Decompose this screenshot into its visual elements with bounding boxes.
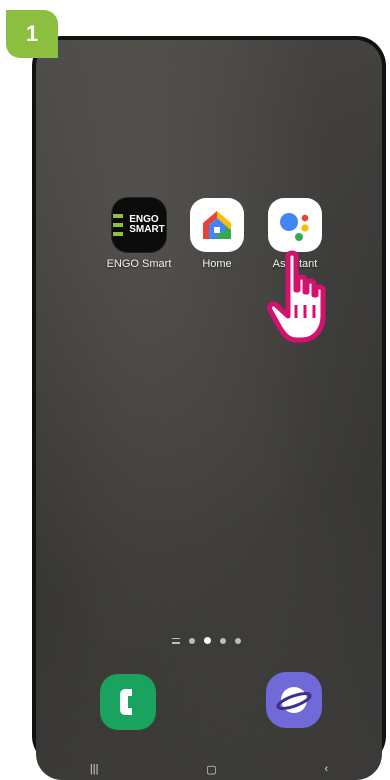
recents-icon[interactable]: |||	[90, 763, 99, 775]
page-indicator-menu	[172, 637, 180, 644]
page-dot	[189, 637, 195, 644]
app-label-engo-smart: ENGO Smart	[106, 258, 172, 270]
app-google-home[interactable]: Home	[177, 198, 257, 270]
step-number-badge: 1	[6, 10, 58, 58]
engo-e-glyph	[113, 214, 124, 236]
back-icon[interactable]: ‹	[324, 763, 328, 775]
pointing-hand-icon	[267, 250, 326, 343]
app-engo-smart[interactable]: ENGO SMART ENGO Smart	[99, 198, 179, 270]
google-home-icon	[190, 198, 244, 252]
engo-icon-text: ENGO SMART	[129, 214, 165, 235]
app-label-home: Home	[202, 258, 232, 270]
navigation-bar: ||| ▢ ‹	[36, 758, 382, 780]
page-dot	[220, 637, 226, 644]
samsung-internet-icon	[276, 687, 312, 713]
page-indicator[interactable]	[172, 637, 241, 644]
samsung-internet-app[interactable]	[266, 672, 322, 728]
home-screen: ENGO SMART ENGO Smart Home ||| ▢ ‹	[36, 40, 382, 780]
engo-smart-icon: ENGO SMART	[112, 198, 166, 252]
phone-app[interactable]	[100, 674, 156, 730]
home-button-icon[interactable]: ▢	[206, 763, 216, 776]
phone-icon	[120, 689, 132, 715]
page-dot	[235, 637, 241, 644]
page-dot-active	[204, 637, 211, 644]
google-assistant-icon	[268, 198, 322, 252]
